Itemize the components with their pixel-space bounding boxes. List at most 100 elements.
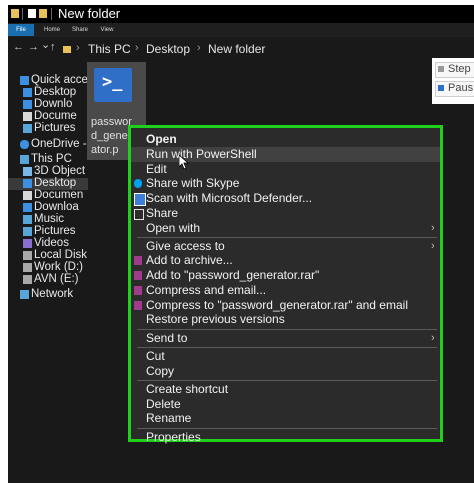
step-label: Step <box>448 63 471 75</box>
menu-item-label: Properties <box>146 430 201 444</box>
nav-item-network[interactable]: Network <box>8 288 88 301</box>
menu-item-restore-previous-versions[interactable]: Restore previous versions <box>131 312 440 327</box>
menu-item-create-shortcut[interactable]: Create shortcut <box>131 382 440 397</box>
menu-item-share[interactable]: Share <box>131 206 440 221</box>
chevron-right-icon: › <box>76 42 80 54</box>
folder-icon <box>11 9 19 18</box>
menu-item-add-to-rar[interactable]: Add to "password_generator.rar" <box>131 268 440 283</box>
menu-item-label: Send to <box>146 331 188 345</box>
breadcrumb-desktop[interactable]: Desktop <box>146 42 190 56</box>
tab-share[interactable]: Share <box>70 24 90 36</box>
menu-separator <box>137 428 437 429</box>
menu-item-properties[interactable]: Properties <box>131 430 440 445</box>
nav-item-onedrive[interactable]: OneDrive - <box>8 138 88 151</box>
menu-item-label: Share with Skype <box>146 176 240 190</box>
winrar-icon <box>134 256 142 265</box>
forward-button[interactable]: → <box>28 41 39 53</box>
cube-icon <box>23 167 32 176</box>
menu-item-rename[interactable]: Rename <box>131 411 440 426</box>
menu-item-add-to-archive[interactable]: Add to archive... <box>131 253 440 268</box>
pause-icon <box>438 85 444 91</box>
winrar-icon <box>134 301 142 310</box>
tab-file[interactable]: File <box>8 24 34 36</box>
cloud-icon <box>20 140 29 149</box>
video-icon <box>23 239 32 248</box>
disk-icon <box>23 251 32 260</box>
menu-item-open[interactable]: Open <box>131 132 440 147</box>
menu-item-share-with-skype[interactable]: Share with Skype <box>131 176 440 191</box>
powershell-script-icon: >_ <box>94 68 132 102</box>
pause-button[interactable]: Paus <box>435 81 474 97</box>
menu-item-label: Copy <box>146 364 175 378</box>
pause-label: Paus <box>448 82 474 94</box>
nav-item-label: Downlo <box>34 98 73 110</box>
nav-item-pictures[interactable]: Pictures <box>8 122 88 135</box>
menu-item-label: Open with <box>146 221 201 235</box>
skype-icon <box>134 179 142 188</box>
download-icon <box>23 100 32 109</box>
menu-item-label: Share <box>146 206 179 220</box>
new-folder-icon[interactable] <box>39 9 47 18</box>
nav-item-label: Desktop <box>34 86 77 98</box>
nav-item-label: OneDrive - <box>31 138 87 150</box>
back-button[interactable]: ← <box>13 41 24 53</box>
menu-item-label: Run with PowerShell <box>146 147 257 161</box>
mouse-cursor-icon <box>179 155 189 169</box>
nav-item-avn-drive[interactable]: AVN (E:) <box>8 273 88 286</box>
network-icon <box>20 290 29 299</box>
menu-item-label: Edit <box>146 162 167 176</box>
menu-item-scan-with-defender[interactable]: Scan with Microsoft Defender... <box>131 191 440 206</box>
document-icon <box>23 191 32 200</box>
nav-item-label: 3D Object <box>34 165 86 177</box>
defender-shield-icon <box>134 193 146 206</box>
menu-item-open-with[interactable]: Open with › <box>131 221 440 236</box>
up-button[interactable]: ↑ <box>50 41 56 53</box>
address-bar: ← → ⌄ ↑ › This PC › Desktop › New folder <box>8 37 474 61</box>
step-button[interactable]: Step <box>435 62 474 78</box>
nav-item-label: Docume <box>34 110 77 122</box>
nav-item-label: Network <box>31 288 74 300</box>
navigation-pane: Quick acce Desktop Downlo Docume Picture… <box>8 65 88 483</box>
menu-item-run-with-powershell[interactable]: Run with PowerShell <box>131 147 440 162</box>
menu-item-label: Cut <box>146 349 165 363</box>
menu-separator <box>137 347 437 348</box>
disk-icon <box>23 263 32 272</box>
menu-separator <box>137 380 437 381</box>
recent-locations-dropdown[interactable]: ⌄ <box>41 38 50 51</box>
title-separator <box>51 8 52 20</box>
menu-item-cut[interactable]: Cut <box>131 349 440 364</box>
menu-item-label: Delete <box>146 397 181 411</box>
nav-item-label: AVN (E:) <box>34 273 79 285</box>
title-bar: New folder <box>8 5 474 23</box>
desktop-icon <box>23 179 32 188</box>
menu-item-compress-to-rar-and-email[interactable]: Compress to "password_generator.rar" and… <box>131 298 440 313</box>
nav-item-label: Downloa <box>34 201 79 213</box>
menu-item-label: Add to "password_generator.rar" <box>146 268 320 282</box>
menu-item-edit[interactable]: Edit <box>131 162 440 177</box>
properties-icon[interactable] <box>28 9 36 18</box>
file-name-line: d_gener <box>91 130 132 142</box>
menu-item-label: Add to archive... <box>146 253 233 267</box>
nav-item-label: This PC <box>31 153 72 165</box>
nav-item-label: Videos <box>34 237 69 249</box>
pictures-icon <box>23 227 32 236</box>
menu-item-copy[interactable]: Copy <box>131 364 440 379</box>
tab-home[interactable]: Home <box>41 24 63 36</box>
tab-view[interactable]: View <box>98 24 116 36</box>
nav-item-label: Pictures <box>34 122 76 134</box>
chevron-right-icon: › <box>431 222 435 234</box>
ribbon-tabs: File Home Share View <box>8 23 474 37</box>
powershell-glyph: >_ <box>102 72 123 92</box>
nav-item-label: Work (D:) <box>34 261 83 273</box>
menu-item-send-to[interactable]: Send to › <box>131 331 440 346</box>
share-icon <box>134 209 144 220</box>
breadcrumb-new-folder[interactable]: New folder <box>208 42 265 56</box>
download-icon <box>23 203 32 212</box>
menu-item-label: Open <box>146 132 177 146</box>
side-panel: Step Paus <box>432 58 474 104</box>
menu-item-give-access-to[interactable]: Give access to › <box>131 239 440 254</box>
menu-item-compress-and-email[interactable]: Compress and email... <box>131 283 440 298</box>
star-icon <box>20 76 29 85</box>
menu-item-delete[interactable]: Delete <box>131 397 440 412</box>
breadcrumb-this-pc[interactable]: This PC <box>88 42 131 56</box>
